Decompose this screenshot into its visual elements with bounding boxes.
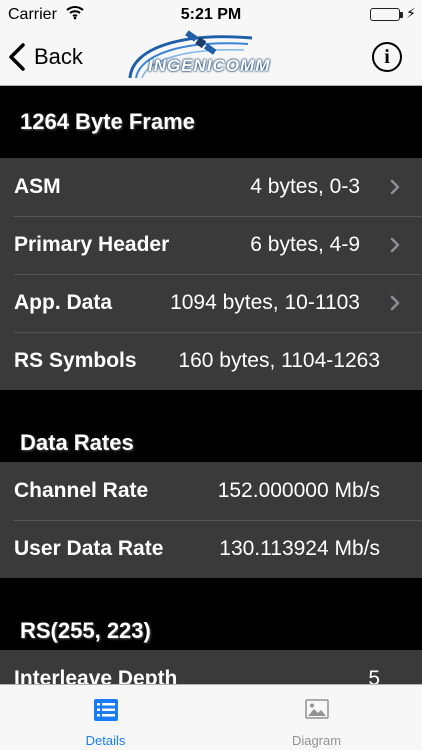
chevron-right-icon xyxy=(390,295,400,311)
back-button[interactable]: Back xyxy=(8,40,83,74)
tab-label: Details xyxy=(85,733,126,748)
section-title: 1264 Byte Frame xyxy=(20,109,195,134)
tab-label: Diagram xyxy=(291,733,342,748)
row-label: RS Symbols xyxy=(14,349,137,372)
table-row-app-data[interactable]: App. Data 1094 bytes, 10-1103 xyxy=(0,274,422,332)
section-header-data-rates: Data Rates xyxy=(0,390,422,462)
section-header-frame: 1264 Byte Frame xyxy=(0,86,422,158)
row-label: ASM xyxy=(14,175,61,198)
info-icon: i xyxy=(384,45,390,68)
section-title: RS(255, 223) xyxy=(20,618,151,643)
table-row-channel-rate: Channel Rate 152.000000 Mb/s xyxy=(0,462,422,520)
row-value: 4 bytes, 0-3 xyxy=(250,175,360,198)
info-button[interactable]: i xyxy=(372,42,402,72)
row-value: 130.113924 Mb/s xyxy=(219,537,380,560)
row-value: 5 xyxy=(368,667,380,684)
row-label: User Data Rate xyxy=(14,537,164,560)
status-time: 5:21 PM xyxy=(180,6,242,23)
chevron-left-icon xyxy=(9,43,25,71)
row-label: App. Data xyxy=(14,291,113,314)
row-label: Channel Rate xyxy=(14,479,149,502)
back-button-label: Back xyxy=(34,44,83,69)
details-table[interactable]: 1264 Byte Frame ASM 4 bytes, 0-3 Primary… xyxy=(0,86,422,684)
ingenicomm-logo: INGENICOMM xyxy=(122,30,302,84)
status-bar: Carrier 5:21 PM ⚡ xyxy=(0,0,422,30)
table-row-asm[interactable]: ASM 4 bytes, 0-3 xyxy=(0,158,422,216)
charging-bolt-icon: ⚡ xyxy=(406,5,416,21)
tab-diagram[interactable]: Diagram xyxy=(211,685,422,750)
navigation-bar: Back INGENICOMM i xyxy=(0,30,422,86)
table-row-interleave-depth: Interleave Depth 5 xyxy=(0,650,422,684)
tab-details[interactable]: Details xyxy=(0,685,211,750)
row-label: Primary Header xyxy=(14,233,170,256)
chevron-right-icon xyxy=(390,179,400,195)
row-label: Interleave Depth xyxy=(14,667,178,684)
chevron-right-icon xyxy=(390,237,400,253)
table-row-user-data-rate: User Data Rate 130.113924 Mb/s xyxy=(0,520,422,578)
row-value: 6 bytes, 4-9 xyxy=(250,233,360,256)
logo-text: INGENICOMM xyxy=(148,56,271,75)
tab-bar: Details Diagram xyxy=(0,684,422,750)
table-row-primary-header[interactable]: Primary Header 6 bytes, 4-9 xyxy=(0,216,422,274)
table-row-rs-symbols: RS Symbols 160 bytes, 1104-1263 xyxy=(0,332,422,390)
battery-tip xyxy=(400,12,403,18)
image-icon xyxy=(304,699,329,719)
list-icon xyxy=(93,699,118,721)
battery-icon xyxy=(370,8,400,21)
row-value: 1094 bytes, 10-1103 xyxy=(170,291,360,314)
section-title: Data Rates xyxy=(20,430,134,455)
row-value: 152.000000 Mb/s xyxy=(217,479,380,502)
section-header-rs: RS(255, 223) xyxy=(0,578,422,650)
row-value: 160 bytes, 1104-1263 xyxy=(178,349,380,372)
